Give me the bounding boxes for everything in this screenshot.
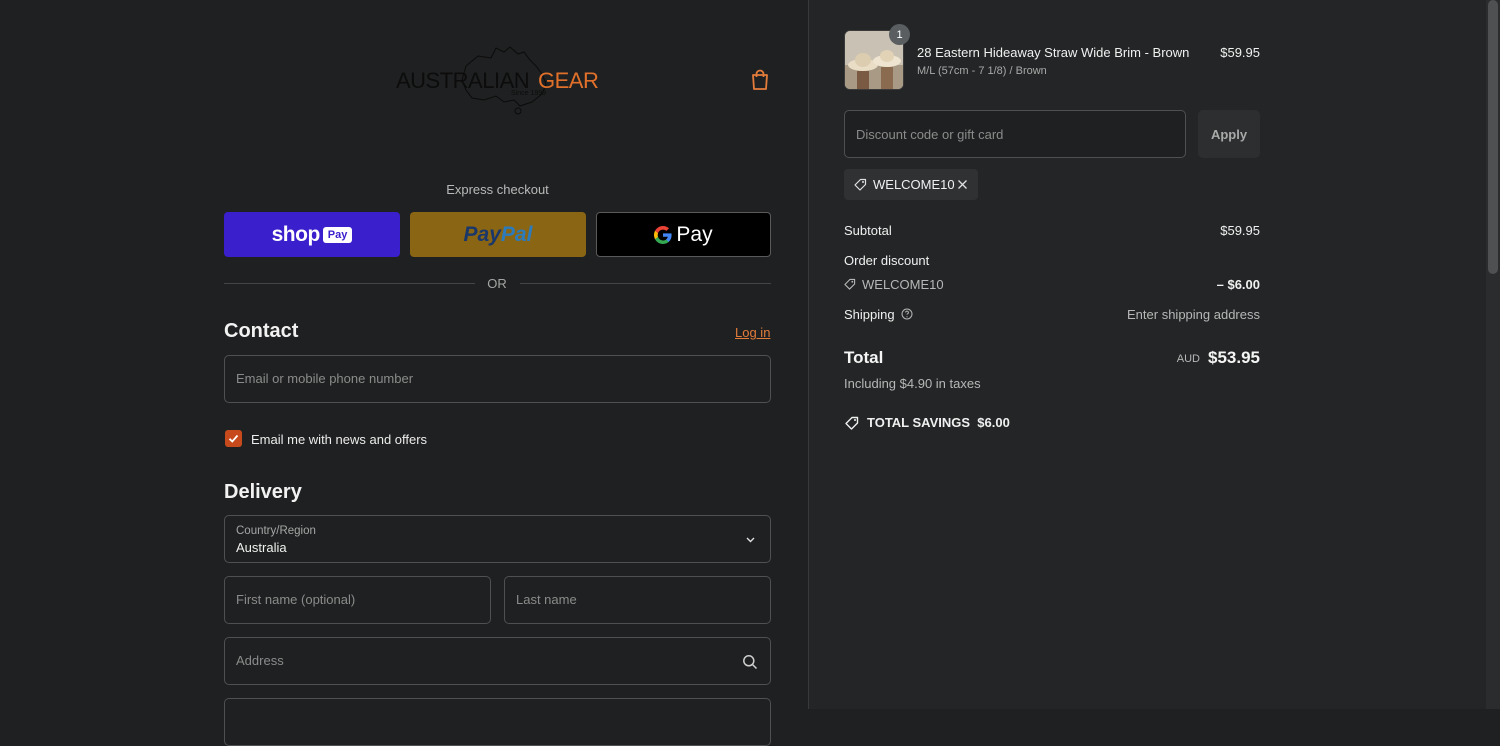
shipping-value: Enter shipping address xyxy=(1127,307,1260,322)
shop-pay-button[interactable]: shop Pay xyxy=(224,212,400,257)
total-label: Total xyxy=(844,348,884,367)
product-price: $59.95 xyxy=(1220,45,1260,60)
brand-name-part2: GEAR xyxy=(538,68,599,93)
google-g-icon xyxy=(654,225,673,244)
close-icon[interactable] xyxy=(957,179,968,190)
login-link[interactable]: Log in xyxy=(735,325,770,340)
newsletter-checkbox[interactable] xyxy=(225,430,242,447)
chevron-down-icon xyxy=(746,537,755,543)
last-name-placeholder: Last name xyxy=(516,592,577,607)
total-value: $53.95 xyxy=(1208,348,1260,367)
google-pay-button[interactable]: Pay xyxy=(596,212,771,257)
scrollbar[interactable] xyxy=(1486,0,1500,709)
search-icon[interactable] xyxy=(742,654,758,670)
subtotal-value: $59.95 xyxy=(1220,223,1260,238)
applied-discount-code: WELCOME10 xyxy=(873,177,955,192)
brand-since: Since 1999 xyxy=(511,90,547,97)
country-value: Australia xyxy=(236,540,287,555)
address-field[interactable]: Address xyxy=(224,637,771,685)
or-divider-label: OR xyxy=(487,276,507,291)
brand-logo[interactable]: AUSTRALIAN GEAR Since 1999 xyxy=(396,44,606,116)
google-pay-word: Pay xyxy=(676,222,713,246)
paypal-wordmark: PayPal xyxy=(463,222,533,246)
shop-pay-word: shop xyxy=(271,222,321,246)
subtotal-label: Subtotal xyxy=(844,223,892,238)
email-field[interactable]: Email or mobile phone number xyxy=(224,355,771,403)
info-icon[interactable] xyxy=(901,308,913,320)
apply-discount-button[interactable]: Apply xyxy=(1198,110,1260,158)
discount-code-input[interactable]: Discount code or gift card xyxy=(844,110,1186,158)
taxes-note: Including $4.90 in taxes xyxy=(844,376,981,391)
discount-placeholder: Discount code or gift card xyxy=(856,127,1004,142)
order-discount-value: – $6.00 xyxy=(1216,277,1260,292)
order-discount-code: WELCOME10 xyxy=(862,277,944,292)
order-summary xyxy=(808,0,1487,709)
first-name-placeholder: First name (optional) xyxy=(236,592,356,607)
country-label: Country/Region xyxy=(236,525,316,537)
express-checkout-label: Express checkout xyxy=(446,182,549,197)
total-currency: AUD xyxy=(1176,353,1200,365)
brand-name-part1: AUSTRALIAN xyxy=(396,68,530,93)
tag-icon xyxy=(854,178,867,191)
divider-right xyxy=(520,283,771,284)
last-name-field[interactable]: Last name xyxy=(504,576,771,624)
divider-left xyxy=(224,283,475,284)
next-field-partial[interactable] xyxy=(224,698,771,746)
shop-pay-pill: Pay xyxy=(322,226,353,243)
first-name-field[interactable]: First name (optional) xyxy=(224,576,491,624)
order-discount-label: Order discount xyxy=(844,253,930,268)
total-savings: TOTAL SAVINGS $6.00 xyxy=(867,415,1010,430)
product-name: 28 Eastern Hideaway Straw Wide Brim - Br… xyxy=(917,45,1190,60)
tag-icon xyxy=(845,416,859,430)
email-placeholder: Email or mobile phone number xyxy=(236,371,414,386)
savings-value: $6.00 xyxy=(977,415,1010,430)
delivery-heading: Delivery xyxy=(224,481,302,503)
product-variant: M/L (57cm - 7 1/8) / Brown xyxy=(917,65,1047,77)
quantity-badge: 1 xyxy=(889,24,910,45)
applied-discount-chip: WELCOME10 xyxy=(844,169,978,200)
paypal-button[interactable]: PayPal xyxy=(410,212,586,257)
tag-icon xyxy=(844,278,856,290)
checkout-main: AUSTRALIAN GEAR Since 1999 Express check… xyxy=(0,0,807,746)
scrollbar-thumb[interactable] xyxy=(1488,0,1498,274)
check-icon xyxy=(228,434,239,443)
savings-label: TOTAL SAVINGS xyxy=(867,415,971,430)
shipping-label: Shipping xyxy=(844,307,895,322)
country-select[interactable]: Country/Region Australia xyxy=(224,515,771,563)
shopping-bag-icon[interactable] xyxy=(750,69,770,91)
contact-heading: Contact xyxy=(224,320,299,342)
address-placeholder: Address xyxy=(236,653,284,668)
newsletter-label: Email me with news and offers xyxy=(251,432,428,447)
